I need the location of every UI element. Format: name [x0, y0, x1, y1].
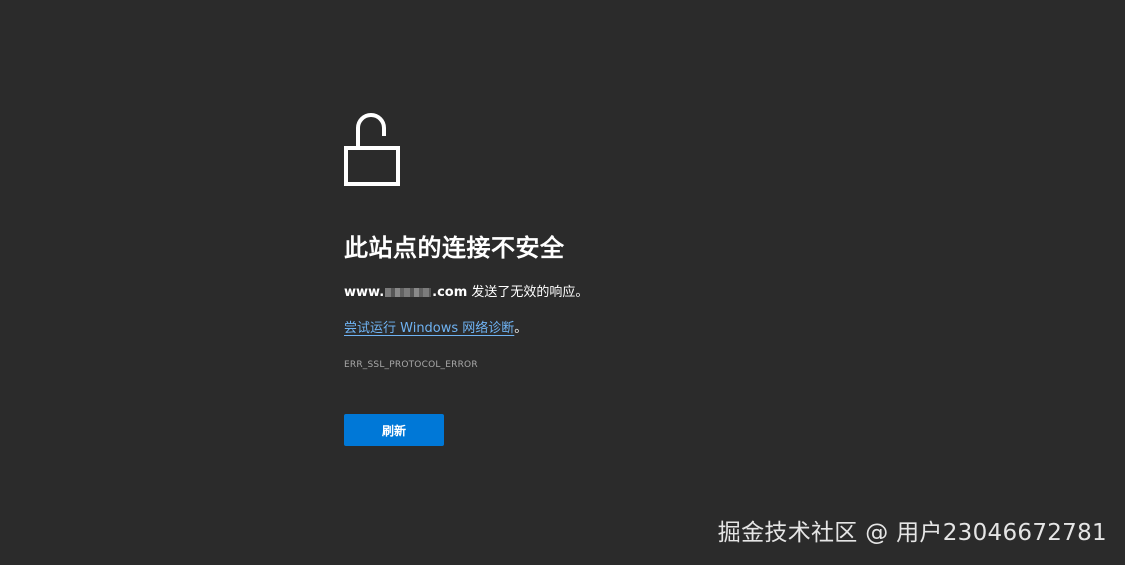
error-content: 此站点的连接不安全 www. .com 发送了无效的响应。 尝试运行 Window…: [344, 112, 944, 446]
diagnostics-period: 。: [514, 321, 528, 336]
domain-prefix: www.: [344, 285, 385, 300]
windows-diagnostics-link[interactable]: 尝试运行 Windows 网络诊断: [344, 321, 514, 336]
refresh-button[interactable]: 刷新: [344, 414, 444, 446]
error-message: www. .com 发送了无效的响应。: [344, 284, 944, 302]
redacted-domain: [385, 288, 432, 297]
message-suffix: 发送了无效的响应。: [467, 285, 589, 300]
error-code: ERR_SSL_PROTOCOL_ERROR: [344, 360, 478, 370]
site-domain: www. .com: [344, 285, 467, 300]
page-title: 此站点的连接不安全: [344, 234, 565, 262]
unlocked-padlock-icon: [344, 113, 400, 186]
watermark: 掘金技术社区 @ 用户23046672781: [717, 520, 1107, 546]
diagnostics-line: 尝试运行 Windows 网络诊断。: [344, 320, 944, 338]
domain-suffix: .com: [432, 285, 468, 300]
